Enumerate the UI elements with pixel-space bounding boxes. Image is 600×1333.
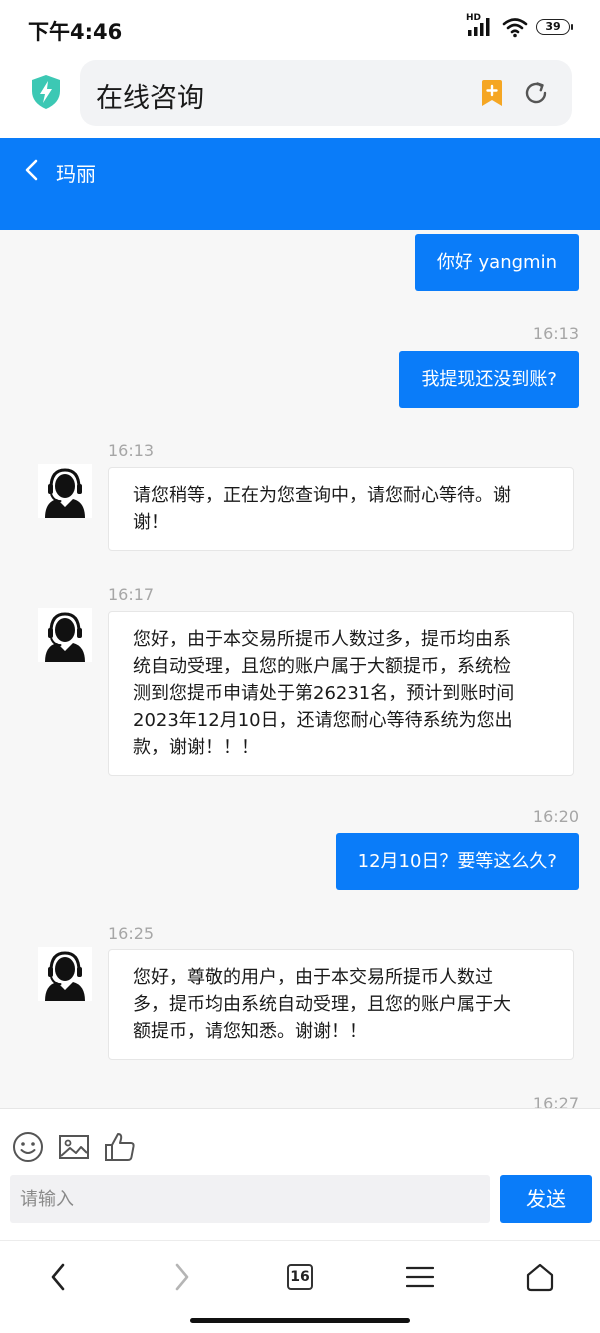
emoji-icon[interactable] (12, 1131, 44, 1163)
incoming-message: 您好，由于本交易所提币人数过多，提币均由系 统自动受理，且您的账户属于大额提币，… (108, 611, 574, 776)
home-indicator[interactable] (190, 1318, 410, 1323)
incoming-message: 请您稍等，正在为您查询中，请您耐心等待。谢 谢！ (108, 467, 574, 551)
chat-title: 玛丽 (56, 162, 96, 186)
message-timestamp: 16:13 (108, 441, 155, 460)
message-line: 您好，由于本交易所提币人数过多，提币均由系 (133, 629, 511, 650)
message-input[interactable] (10, 1175, 490, 1223)
message-line: 2023年12月10日，还请您耐心等待系统为您出 (133, 710, 513, 731)
send-button[interactable]: 发送 (500, 1175, 592, 1223)
agent-avatar-icon (38, 608, 92, 662)
message-line: 多，提币均由系统自动受理，且您的账户属于大 (133, 994, 511, 1015)
incoming-message: 您好，尊敬的用户，由于本交易所提币人数过 多，提币均由系统自动受理，且您的账户属… (108, 949, 574, 1060)
message-line: 请您稍等，正在为您查询中，请您耐心等待。谢 (133, 485, 511, 506)
battery-indicator: 39 (536, 19, 573, 35)
back-chevron-icon[interactable] (22, 158, 42, 182)
message-timestamp: 16:25 (108, 924, 155, 943)
message-line: 谢！ (133, 512, 169, 533)
thumbs-up-icon[interactable] (104, 1131, 136, 1163)
chat-header: 玛丽 (0, 138, 600, 230)
menu-button[interactable] (400, 1259, 440, 1295)
agent-avatar-icon (38, 464, 92, 518)
browser-bar: 在线咨询 (0, 60, 600, 138)
home-icon (526, 1263, 554, 1292)
message-timestamp: 16:13 (532, 324, 579, 343)
message-composer: 发送 (0, 1108, 600, 1240)
signal-icon: HD (466, 13, 494, 38)
message-line: 款，谢谢！！！ (133, 737, 259, 758)
bookmark-add-icon[interactable] (480, 80, 504, 106)
hd-label: HD (466, 13, 482, 23)
nav-back-icon (51, 1263, 65, 1291)
message-timestamp: 16:17 (108, 585, 155, 604)
chat-message-list[interactable]: 你好 yangmin 16:13 我提现还没到账? 16:13 请您稍等，正在为… (0, 230, 600, 1108)
shield-bolt-icon[interactable] (30, 74, 62, 110)
phone-screen: 下午4:46 HD 39 在线咨询 玛丽 你好 yangmin 16:13 我提… (0, 0, 600, 1333)
nav-forward-button[interactable] (162, 1259, 202, 1295)
wifi-icon (502, 18, 528, 38)
status-time: 下午4:46 (28, 20, 123, 44)
image-icon[interactable] (58, 1131, 90, 1163)
nav-forward-icon (175, 1263, 189, 1291)
reload-icon[interactable] (522, 79, 550, 107)
message-timestamp: 16:27 (532, 1094, 579, 1108)
tabs-button[interactable]: 16 (280, 1259, 320, 1295)
message-line: 您好，尊敬的用户，由于本交易所提币人数过 (133, 967, 493, 988)
message-line: 额提币，请您知悉。谢谢！！ (133, 1021, 367, 1042)
agent-avatar-icon (38, 947, 92, 1001)
status-bar: 下午4:46 HD 39 (0, 0, 600, 60)
home-button[interactable] (520, 1259, 560, 1295)
tabs-icon: 16 (287, 1264, 313, 1290)
outgoing-message: 我提现还没到账? (399, 351, 579, 408)
address-bar[interactable]: 在线咨询 (80, 60, 572, 126)
status-icons: HD 39 (466, 13, 573, 38)
message-timestamp: 16:20 (532, 807, 579, 826)
nav-back-button[interactable] (38, 1259, 78, 1295)
message-line: 统自动受理，且您的账户属于大额提币，系统检 (133, 656, 511, 677)
page-title: 在线咨询 (96, 83, 204, 114)
outgoing-message: 你好 yangmin (414, 234, 579, 291)
menu-icon (406, 1266, 434, 1288)
outgoing-message: 12月10日？要等这么久? (335, 833, 579, 890)
message-line: 测到您提币申请处于第26231名，预计到账时间 (133, 683, 515, 704)
